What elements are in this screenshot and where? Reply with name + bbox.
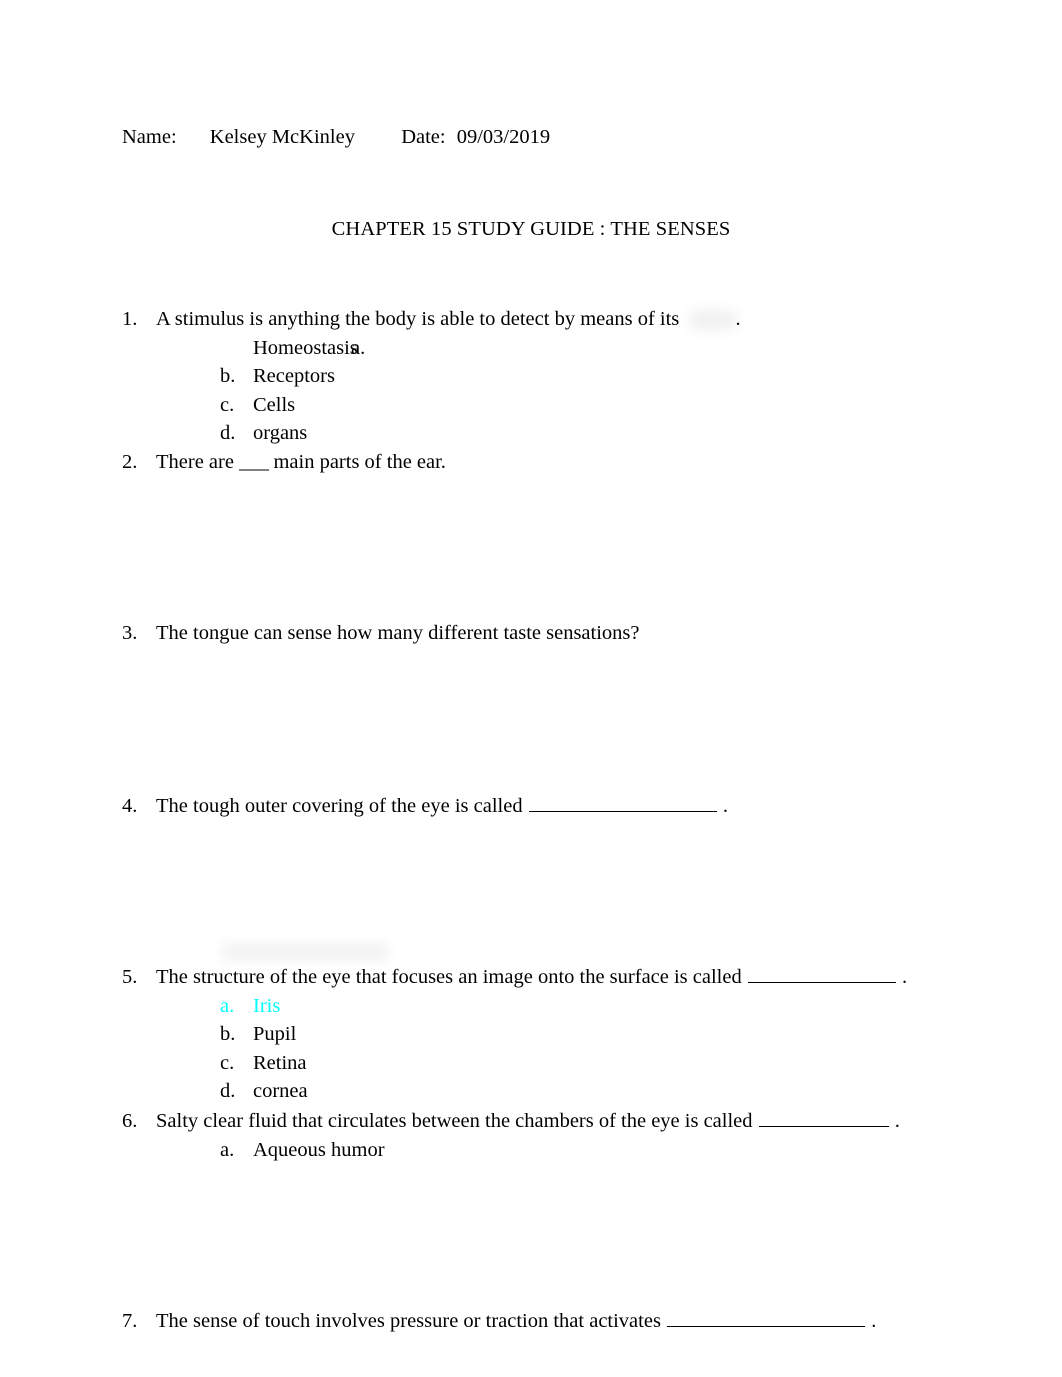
question-6-stem: 6. Salty clear fluid that circulates bet… [122,1107,1002,1136]
option-1c-letter: c. [220,393,235,416]
option-5d-text: cornea [253,1080,308,1102]
question-7-number: 7. [122,1310,138,1332]
question-4-text-before: The tough outer covering of the eye is c… [156,795,523,817]
option-1a-letter: a. [351,336,366,359]
name-value: Kelsey McKinley [184,122,375,152]
page-title: CHAPTER 15 STUDY GUIDE : THE SENSES [331,218,731,240]
question-3: 3. The tongue can sense how many differe… [122,619,1002,648]
option-5a-text: Iris [253,994,281,1017]
question-6-number: 6. [122,1110,138,1132]
question-5-text-before: The structure of the eye that focuses an… [156,966,742,988]
question-4-stem: 4. The tough outer covering of the eye i… [122,792,1002,821]
option-5b-letter: b. [220,1023,236,1045]
option-1a-text: Homeostasis [253,336,358,359]
question-2-text-before: There are [156,451,234,473]
question-1-number: 1. [122,308,138,330]
option-6a-text: Aqueous humor [253,1138,385,1161]
question-3-stem: 3. The tongue can sense how many differe… [122,619,1002,648]
question-6-options: a. Aqueous humor [122,1136,1002,1165]
question-6-text-before: Salty clear fluid that circulates betwee… [156,1110,753,1132]
date-value: 09/03/2019 [451,122,576,152]
option-1c[interactable]: c. Cells [122,391,1002,420]
option-1a[interactable]: a. Homeostasis [122,334,1002,363]
question-1-options: a. Homeostasis b. Receptors c. Cells d. … [122,334,1002,448]
question-3-text: The tongue can sense how many different … [156,622,640,644]
question-6-answer-blank[interactable] [758,1107,889,1127]
redaction-smudge-q5 [222,944,388,960]
date-label: Date: [401,126,446,148]
option-5c[interactable]: c. Retina [122,1049,1002,1078]
question-5-text-after: . [901,966,908,988]
question-5-answer-blank[interactable] [747,963,896,983]
option-5c-letter: c. [220,1051,235,1074]
question-7-stem: 7. The sense of touch involves pressure … [122,1307,1002,1336]
option-6a[interactable]: a. Aqueous humor [122,1136,1002,1165]
option-5c-text: Retina [253,1051,307,1074]
question-2-blank: ___ [239,451,269,473]
option-1d-text: organs [253,422,308,444]
question-5: 5. The structure of the eye that focuses… [122,963,1002,1106]
question-1: 1. A stimulus is anything the body is ab… [122,305,1002,448]
question-4-answer-blank[interactable] [528,792,717,812]
document-page: Name: Kelsey McKinley Date: 09/03/2019 C… [0,0,1062,1377]
question-4-text-after: . [722,795,728,817]
name-label: Name: [122,126,177,148]
question-5-stem: 5. The structure of the eye that focuses… [122,963,1002,992]
option-1d-letter: d. [220,422,236,444]
question-1-stem: 1. A stimulus is anything the body is ab… [122,305,1002,334]
document-header: Name: Kelsey McKinley Date: 09/03/2019 [122,122,576,152]
question-2: 2. There are ___ main parts of the ear. [122,448,1002,477]
option-1c-text: Cells [253,393,296,416]
question-2-text-after: main parts of the ear. [273,451,446,473]
option-6a-letter: a. [220,1138,235,1161]
question-3-number: 3. [122,622,138,644]
question-2-stem: 2. There are ___ main parts of the ear. [122,448,1002,477]
option-1b[interactable]: b. Receptors [122,362,1002,391]
question-5-options: a. Iris b. Pupil c. Retina d. cornea [122,992,1002,1106]
question-4: 4. The tough outer covering of the eye i… [122,792,1002,821]
option-1b-text: Receptors [253,365,335,387]
option-1b-letter: b. [220,365,236,387]
option-5a-letter: a. [220,994,235,1017]
question-2-number: 2. [122,451,138,473]
question-7-text-before: The sense of touch involves pressure or … [156,1310,661,1332]
option-5d-letter: d. [220,1080,236,1102]
question-7-text-after: . [871,1310,877,1332]
question-6: 6. Salty clear fluid that circulates bet… [122,1107,1002,1164]
question-5-number: 5. [122,966,138,988]
question-1-period: . [735,308,741,330]
option-5a[interactable]: a. Iris [122,992,1002,1021]
option-5b[interactable]: b. Pupil [122,1020,1002,1049]
option-5d[interactable]: d. cornea [122,1077,1002,1106]
question-1-text: A stimulus is anything the body is able … [156,308,680,330]
question-7-answer-blank[interactable] [667,1307,866,1327]
question-7: 7. The sense of touch involves pressure … [122,1307,1002,1336]
option-1d[interactable]: d. organs [122,419,1002,448]
question-6-text-after: . [894,1110,900,1132]
question-4-number: 4. [122,795,138,817]
option-5b-text: Pupil [253,1023,297,1045]
